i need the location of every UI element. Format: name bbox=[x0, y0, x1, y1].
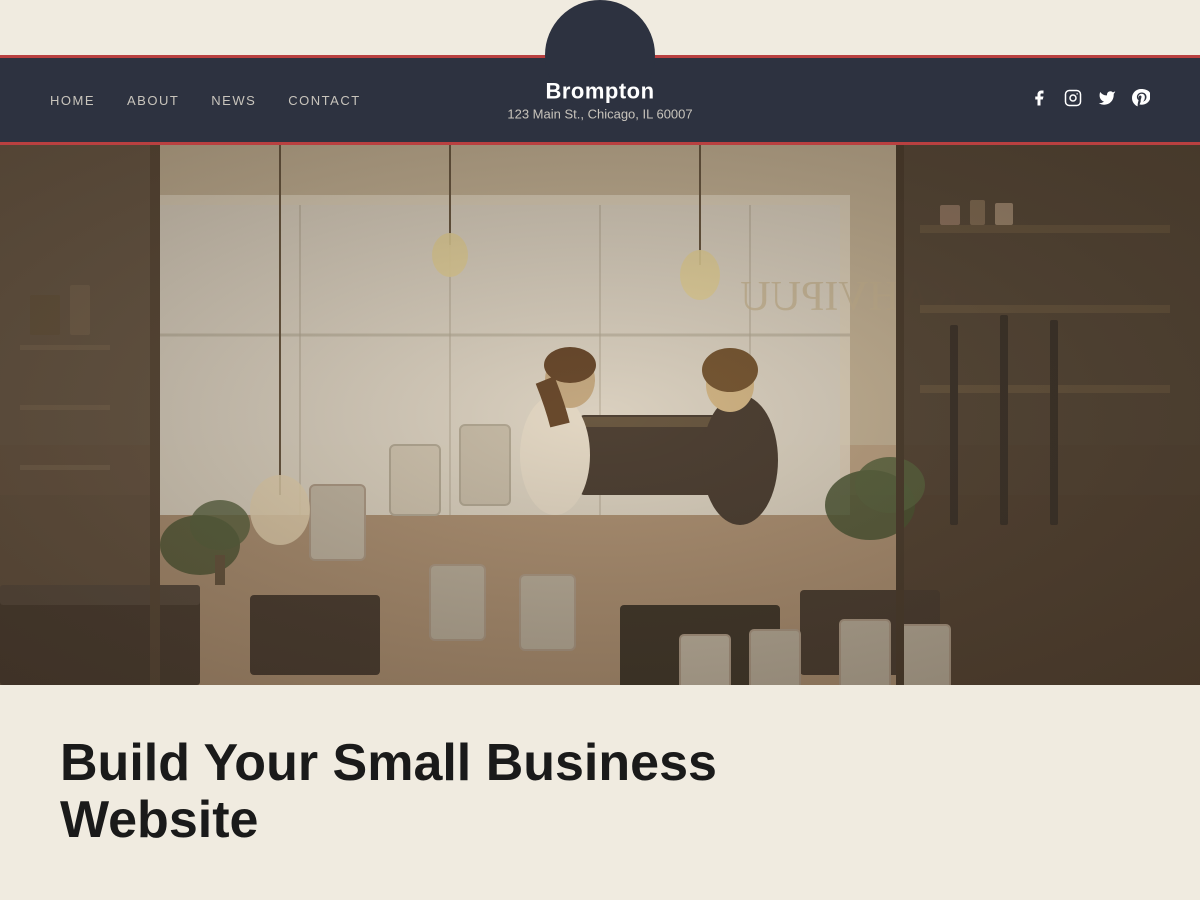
main-nav: HOME ABOUT NEWS CONTACT bbox=[50, 93, 361, 108]
hero-section: KAHVIPUU bbox=[0, 145, 1200, 685]
hero-image: KAHVIPUU bbox=[0, 145, 1200, 685]
nav-home[interactable]: HOME bbox=[50, 93, 95, 108]
instagram-icon[interactable] bbox=[1064, 89, 1082, 112]
bottom-section: Build Your Small Business Website bbox=[0, 685, 1200, 899]
main-heading: Build Your Small Business Website bbox=[60, 735, 760, 849]
site-address: 123 Main St., Chicago, IL 60007 bbox=[507, 107, 692, 122]
site-branding: Brompton 123 Main St., Chicago, IL 60007 bbox=[507, 79, 692, 122]
site-title: Brompton bbox=[507, 79, 692, 105]
nav-about[interactable]: ABOUT bbox=[127, 93, 179, 108]
facebook-icon[interactable] bbox=[1030, 89, 1048, 112]
nav-news[interactable]: NEWS bbox=[211, 93, 256, 108]
twitter-icon[interactable] bbox=[1098, 89, 1116, 112]
pinterest-icon[interactable] bbox=[1132, 89, 1150, 112]
nav-contact[interactable]: CONTACT bbox=[288, 93, 360, 108]
social-icons-group bbox=[1030, 89, 1150, 112]
top-strip bbox=[0, 0, 1200, 55]
